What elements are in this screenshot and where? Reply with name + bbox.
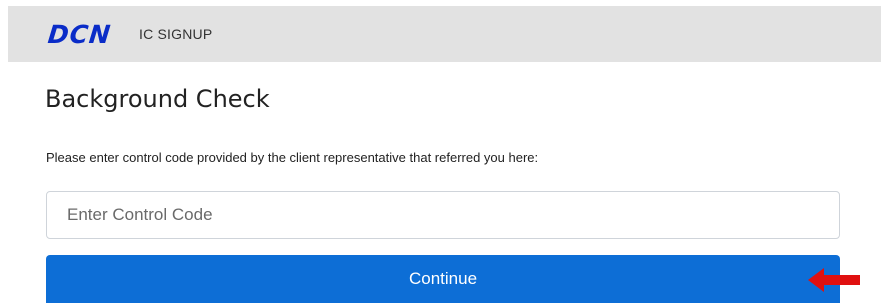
left-arrow-icon <box>808 268 860 292</box>
instructions-text: Please enter control code provided by th… <box>46 150 539 165</box>
dcn-logo[interactable]: DCN <box>46 20 112 49</box>
top-header: DCN IC SIGNUP <box>8 6 881 62</box>
continue-button[interactable]: Continue <box>46 255 840 303</box>
control-code-input[interactable] <box>46 191 840 239</box>
header-subtitle: IC SIGNUP <box>139 26 213 42</box>
page-title: Background Check <box>45 85 270 113</box>
